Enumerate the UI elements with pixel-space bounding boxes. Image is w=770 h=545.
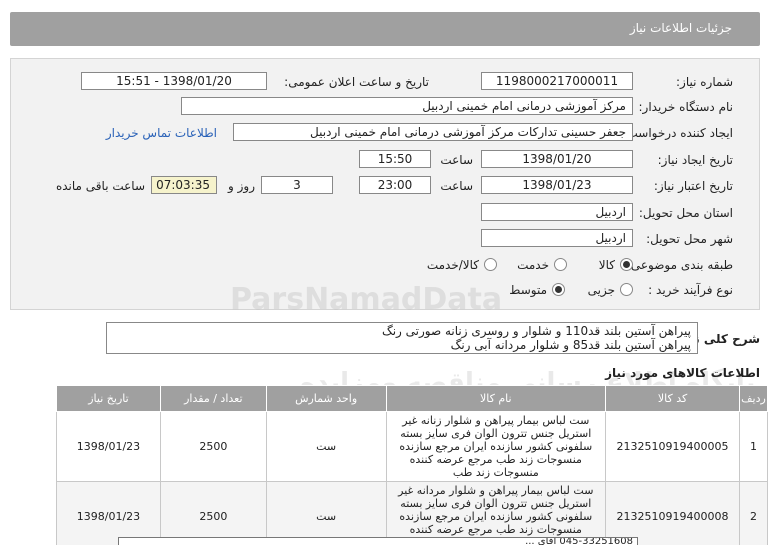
- col-unit: واحد شمارش: [265, 385, 387, 412]
- validity-time-label: ساعت: [440, 179, 473, 193]
- goods-section-title: اطلاعات کالاهای مورد نیاز: [605, 366, 760, 380]
- col-date: تاریخ نیاز: [56, 385, 161, 412]
- goods-date: 1398/01/23: [56, 411, 161, 482]
- need-number-field[interactable]: 1198000217000011: [481, 72, 633, 90]
- page-title: جزئیات اطلاعات نیاز: [629, 21, 732, 35]
- process-minor-radio[interactable]: [620, 283, 633, 296]
- category-goods-service-label: کالا/خدمت: [426, 258, 479, 272]
- need-number-label: شماره نیاز:: [676, 75, 733, 89]
- created-time-field[interactable]: 15:50: [359, 150, 431, 168]
- announce-datetime-field[interactable]: 1398/01/20 - 15:51: [81, 72, 267, 90]
- city-field[interactable]: اردبیل: [481, 229, 633, 247]
- table-row[interactable]: 1 2132510919400005 ست لباس بیمار پیراهن …: [56, 411, 768, 482]
- goods-unit: ست: [265, 481, 387, 545]
- goods-name: ست لباس بیمار پیراهن و شلوار زنانه غیر ا…: [385, 411, 607, 482]
- goods-qty: 2500: [159, 411, 267, 482]
- row-number: 2: [739, 481, 768, 545]
- remaining-time-field: 07:03:35: [151, 176, 217, 194]
- goods-table-header: ردیف کد کالا نام کالا واحد شمارش تعداد /…: [56, 385, 768, 412]
- category-service-radio[interactable]: [554, 258, 567, 271]
- province-label: استان محل تحویل:: [638, 206, 733, 220]
- category-service-label: خدمت: [517, 258, 549, 272]
- description-line-1: پیراهن آستین بلند قد110 و شلوار و روسری …: [381, 324, 691, 338]
- days-label: روز و: [228, 179, 255, 193]
- created-date-label: تاریخ ایجاد نیاز:: [657, 153, 733, 167]
- footer-contact-strip: 045-33251608 آقای ...: [118, 537, 638, 545]
- category-goods-radio[interactable]: [620, 258, 633, 271]
- description-field[interactable]: پیراهن آستین بلند قد110 و شلوار و روسری …: [106, 322, 698, 354]
- goods-code: 2132510919400005: [605, 411, 741, 482]
- goods-name: ست لباس بیمار پیراهن و شلوار مردانه غیر …: [385, 481, 607, 545]
- process-medium-radio[interactable]: [552, 283, 565, 296]
- goods-date: 1398/01/23: [56, 481, 161, 545]
- table-row[interactable]: 2 2132510919400008 ست لباس بیمار پیراهن …: [56, 481, 768, 545]
- goods-unit: ست: [265, 411, 387, 482]
- buyer-contact-link[interactable]: اطلاعات تماس خریدار: [106, 126, 217, 140]
- category-label: طبقه بندی موضوعی:: [626, 258, 733, 272]
- requester-field[interactable]: جعفر حسینی تدارکات مرکز آموزشی درمانی ام…: [233, 123, 633, 141]
- validity-date-label: تاریخ اعتبار نیاز:: [653, 179, 733, 193]
- validity-time-field[interactable]: 23:00: [359, 176, 431, 194]
- col-code: کد کالا: [605, 385, 741, 412]
- page-header: جزئیات اطلاعات نیاز: [10, 12, 760, 46]
- goods-code: 2132510919400008: [605, 481, 741, 545]
- process-label: نوع فرآیند خرید :: [648, 283, 733, 297]
- remaining-time-label: ساعت باقی مانده: [55, 179, 145, 193]
- description-line-2: پیراهن آستین بلند قد85 و شلوار مردانه آب…: [450, 338, 691, 352]
- buyer-label: نام دستگاه خریدار:: [638, 100, 734, 114]
- buyer-field[interactable]: مرکز آموزشی درمانی امام خمینی اردبیل: [181, 97, 633, 115]
- category-goods-service-radio[interactable]: [484, 258, 497, 271]
- goods-table: ردیف کد کالا نام کالا واحد شمارش تعداد /…: [56, 385, 768, 545]
- description-section: شرح کلی نیاز: پیراهن آستین بلند قد110 و …: [10, 320, 760, 360]
- remaining-days-field[interactable]: 3: [261, 176, 333, 194]
- validity-date-field[interactable]: 1398/01/23: [481, 176, 633, 194]
- process-medium-label: متوسط: [509, 283, 547, 297]
- created-time-label: ساعت: [440, 153, 473, 167]
- need-details-panel: شماره نیاز: 1198000217000011 تاریخ و ساع…: [10, 58, 760, 310]
- col-name: نام کالا: [385, 385, 607, 412]
- goods-qty: 2500: [159, 481, 267, 545]
- col-row: ردیف: [739, 385, 768, 412]
- row-number: 1: [739, 411, 768, 482]
- created-date-field[interactable]: 1398/01/20: [481, 150, 633, 168]
- col-qty: تعداد / مقدار: [159, 385, 267, 412]
- city-label: شهر محل تحویل:: [646, 232, 733, 246]
- category-goods-label: کالا: [598, 258, 615, 272]
- announce-label: تاریخ و ساعت اعلان عمومی:: [284, 75, 429, 89]
- requester-label: ایجاد کننده درخواست:: [622, 126, 733, 140]
- process-minor-label: جزیی: [587, 283, 615, 297]
- province-field[interactable]: اردبیل: [481, 203, 633, 221]
